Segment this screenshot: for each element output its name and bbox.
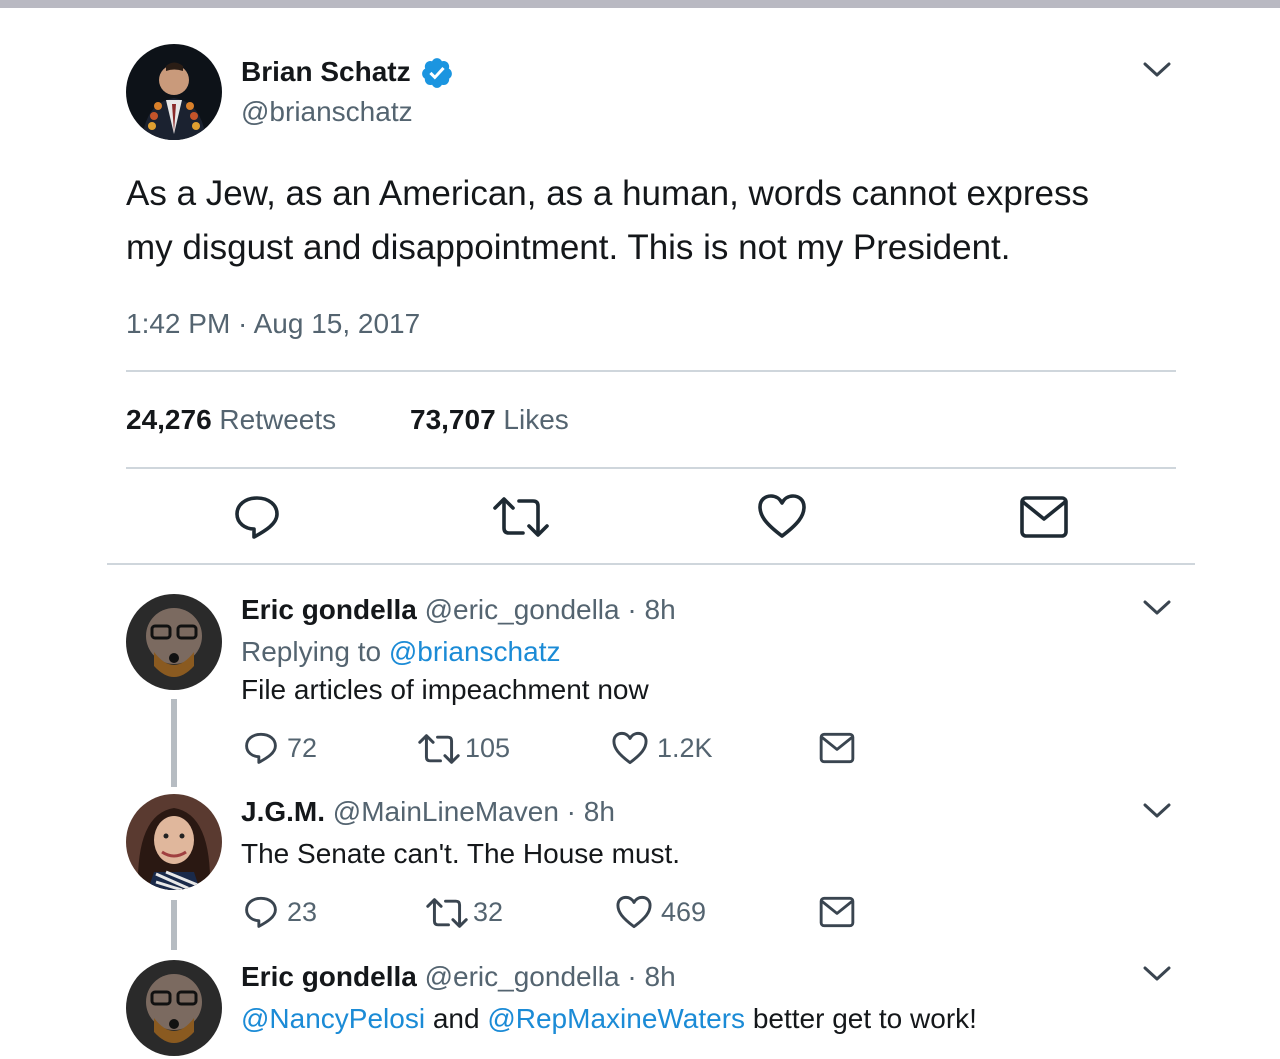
chevron-down-icon[interactable] xyxy=(1142,964,1172,984)
reply-icon[interactable] xyxy=(243,894,279,930)
reply-count: 72 xyxy=(287,733,318,763)
like-count: 469 xyxy=(661,897,707,927)
reply-author-name[interactable]: Eric gondella xyxy=(241,961,417,992)
retweet-icon[interactable] xyxy=(425,896,469,930)
likes-label: Likes xyxy=(503,404,569,435)
retweets-count: 24,276 xyxy=(126,404,212,435)
author-handle[interactable]: @brianschatz xyxy=(241,96,413,128)
reply-text: File articles of impeachment now xyxy=(241,674,649,705)
retweets-label: Retweets xyxy=(219,404,337,435)
reply-header: Eric gondella @eric_gondella · 8h xyxy=(241,594,676,626)
reply-text: @NancyPelosi and @RepMaxineWaters better… xyxy=(241,1003,977,1035)
reply-icon[interactable] xyxy=(243,730,279,766)
reply-text-rest: better get to work! xyxy=(752,1003,977,1034)
mention-link[interactable]: @RepMaxineWaters xyxy=(487,1003,745,1034)
message-icon[interactable] xyxy=(1019,494,1069,540)
replying-to: Replying to @brianschatz xyxy=(241,636,560,668)
tweet-timestamp[interactable]: 1:42 PM · Aug 15, 2017 xyxy=(126,308,420,340)
replying-to-label: Replying to xyxy=(241,636,382,667)
message-icon[interactable] xyxy=(819,895,855,929)
thread-line xyxy=(171,699,177,787)
avatar[interactable] xyxy=(126,960,222,1056)
retweet-count: 105 xyxy=(465,733,511,763)
reply-count: 23 xyxy=(287,897,318,927)
reply-text-and: and xyxy=(432,1003,480,1034)
retweet-icon[interactable] xyxy=(417,732,461,766)
chevron-down-icon[interactable] xyxy=(1142,598,1172,618)
replying-to-link[interactable]: @brianschatz xyxy=(389,636,561,667)
like-count: 1.2K xyxy=(657,733,713,763)
top-border xyxy=(0,0,1280,8)
tweet-text-line-1: As a Jew, as an American, as a human, wo… xyxy=(126,174,1089,213)
chevron-down-icon[interactable] xyxy=(1142,60,1172,80)
reply-author-handle[interactable]: @eric_gondella xyxy=(425,594,620,625)
avatar[interactable] xyxy=(126,794,222,890)
verified-badge-icon xyxy=(420,56,454,95)
reply-time[interactable]: · 8h xyxy=(627,961,675,992)
thread-line xyxy=(171,900,177,950)
retweet-icon[interactable] xyxy=(492,494,550,540)
like-icon[interactable] xyxy=(611,730,649,766)
reply-author-handle[interactable]: @eric_gondella xyxy=(425,961,620,992)
likes-stat[interactable]: 73,707 Likes xyxy=(410,404,569,436)
reply-author-name[interactable]: Eric gondella xyxy=(241,594,417,625)
reply-text: The Senate can't. The House must. xyxy=(241,838,681,869)
retweets-stat[interactable]: 24,276 Retweets xyxy=(126,404,336,436)
chevron-down-icon[interactable] xyxy=(1142,801,1172,821)
reply-author-name[interactable]: J.G.M. xyxy=(241,796,325,827)
reply-time[interactable]: · 8h xyxy=(627,594,675,625)
tweet-text-line-2: my disgust and disappointment. This is n… xyxy=(126,228,1011,267)
message-icon[interactable] xyxy=(819,731,855,765)
avatar[interactable] xyxy=(126,44,222,140)
retweet-count: 32 xyxy=(473,897,504,927)
reply-time[interactable]: · 8h xyxy=(567,796,615,827)
divider xyxy=(107,563,1195,565)
divider xyxy=(126,467,1176,469)
like-icon[interactable] xyxy=(615,894,653,930)
avatar[interactable] xyxy=(126,594,222,690)
divider xyxy=(126,370,1176,372)
likes-count: 73,707 xyxy=(410,404,496,435)
mention-link[interactable]: @NancyPelosi xyxy=(241,1003,425,1034)
reply-header: Eric gondella @eric_gondella · 8h xyxy=(241,961,676,993)
author-name[interactable]: Brian Schatz xyxy=(241,56,411,88)
reply-header: J.G.M. @MainLineMaven · 8h xyxy=(241,796,615,828)
reply-author-handle[interactable]: @MainLineMaven xyxy=(333,796,559,827)
reply-icon[interactable] xyxy=(232,492,282,542)
like-icon[interactable] xyxy=(756,492,808,540)
